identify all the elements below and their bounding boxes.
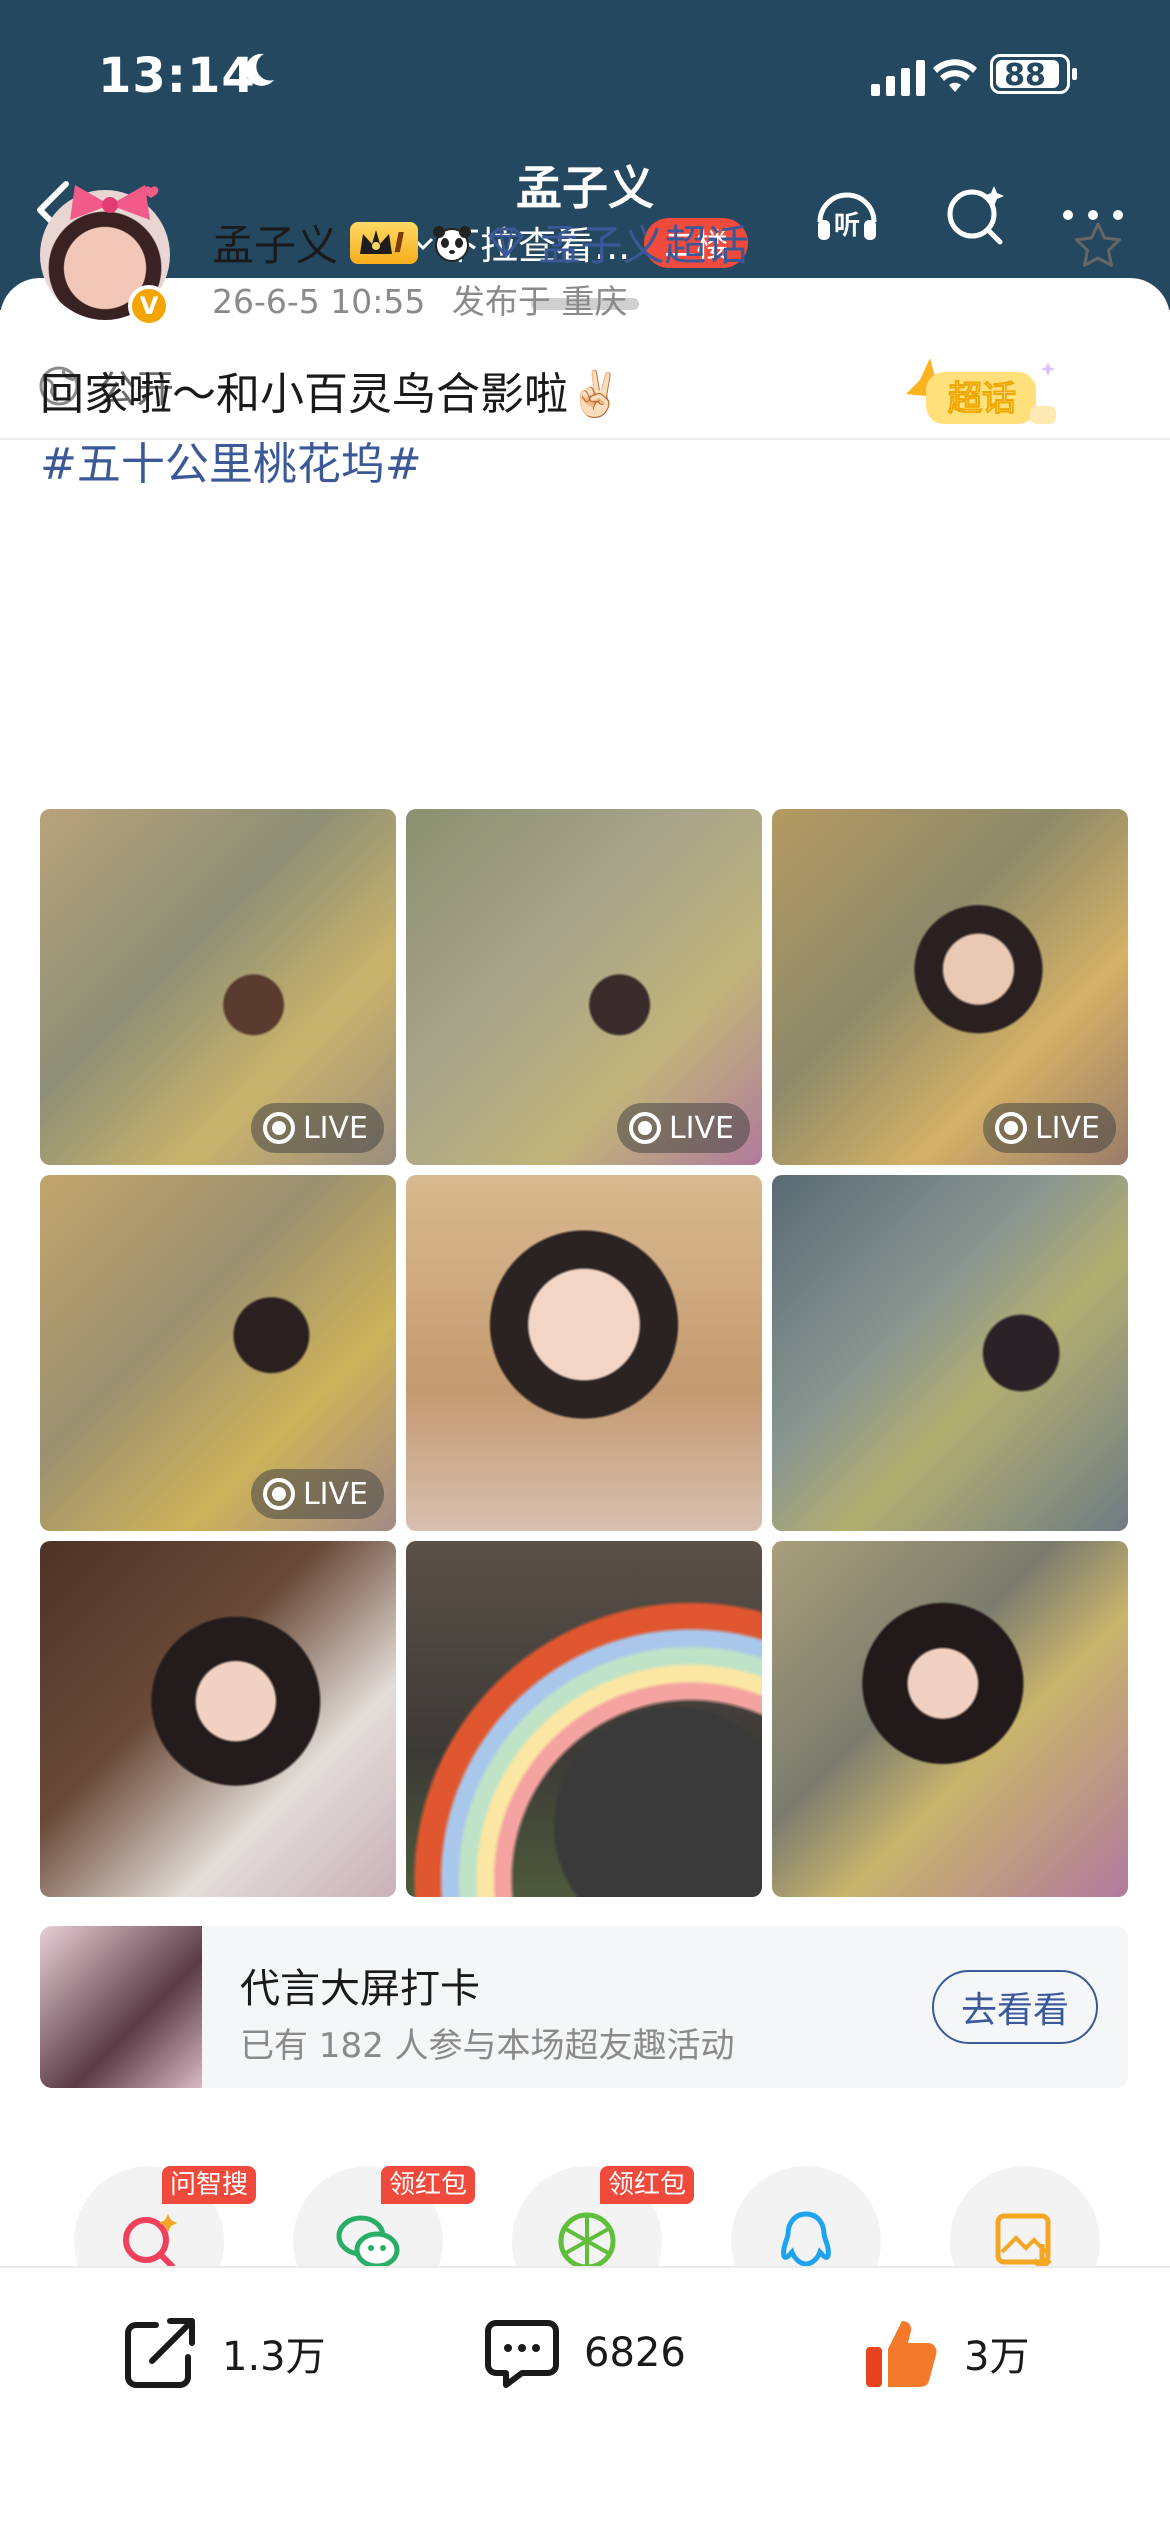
photo-grid: LIVE LIVE LIVE LIVE (40, 809, 1128, 1897)
photo-4[interactable]: LIVE (40, 1175, 396, 1531)
favorite-star-icon[interactable] (1072, 220, 1124, 272)
live-label: LIVE (1034, 1110, 1100, 1146)
cellular-signal-icon (871, 60, 925, 96)
hashtag-link[interactable]: #五十公里桃花坞# (40, 430, 623, 500)
listen-icon[interactable]: 听 (812, 180, 882, 250)
like-count: 3万 (964, 2334, 1030, 2380)
battery-level: 88 (1004, 58, 1046, 93)
photo-5[interactable] (406, 1175, 762, 1531)
repost-count: 1.3万 (222, 2334, 326, 2380)
live-badge: LIVE (982, 1103, 1116, 1153)
like-thumb-icon (866, 2321, 937, 2387)
bottom-toolbar: 1.3万 6826 3万 (0, 2266, 1170, 2532)
supertopic-link[interactable]: 孟子义超话 (538, 212, 748, 273)
verified-badge: V (128, 285, 170, 327)
photo-6[interactable] (772, 1175, 1128, 1531)
status-bar: 13:14 88 (98, 48, 1090, 108)
post-text: 回家啦～和小百灵鸟合影啦✌🏻 (40, 369, 623, 420)
svg-text:听: 听 (834, 211, 860, 241)
supertopic-badge[interactable]: 超话 (890, 350, 1070, 438)
panda-icon (433, 225, 472, 262)
live-badge: LIVE (250, 1103, 384, 1153)
share-tag: 领红包 (600, 2166, 695, 2204)
post-body: 回家啦～和小百灵鸟合影啦✌🏻 #五十公里桃花坞# (40, 360, 623, 500)
member-level: I (394, 226, 405, 259)
live-label: LIVE (668, 1110, 734, 1146)
member-level-badge: I (350, 221, 419, 264)
repost-icon (125, 2318, 195, 2388)
share-tag: 领红包 (381, 2166, 476, 2204)
photo-7[interactable] (40, 1541, 396, 1897)
share-row: 问智搜 领红包 领红包 (0, 2166, 1170, 2316)
photo-3[interactable]: LIVE (772, 809, 1128, 1165)
activity-title: 代言大屏打卡 (240, 1966, 480, 2012)
wifi-icon (933, 59, 977, 92)
live-icon (262, 1112, 295, 1144)
crown-icon (360, 229, 393, 254)
live-icon (262, 1478, 295, 1510)
photo-2[interactable]: LIVE (406, 809, 762, 1165)
bow-decoration-icon (70, 185, 159, 220)
comment-icon (485, 2320, 559, 2388)
comment-count: 6826 (584, 2330, 686, 2376)
supertopic-badge-label: 超话 (948, 379, 1016, 419)
post-date: 26-6-5 10:55 (212, 282, 426, 321)
live-label: LIVE (302, 1110, 368, 1146)
author-name[interactable]: 孟子义 (212, 212, 338, 273)
photo-1[interactable]: LIVE (40, 809, 396, 1165)
photo-9[interactable] (772, 1541, 1128, 1897)
live-label: LIVE (302, 1476, 368, 1512)
status-time: 13:14 (98, 48, 256, 104)
diamond-icon (488, 227, 525, 258)
activity-subtitle: 已有 182 人参与本场超友趣活动 (240, 2026, 735, 2066)
author-line: 孟子义 I 孟子义超话 (212, 212, 748, 273)
moon-icon (245, 53, 274, 86)
live-badge: LIVE (616, 1103, 750, 1153)
activity-card[interactable]: 代言大屏打卡 已有 182 人参与本场超友趣活动 去看看 (40, 1926, 1128, 2088)
like-button[interactable]: 3万 (862, 2308, 1029, 2398)
repost-button[interactable]: 1.3万 (120, 2308, 326, 2398)
activity-view-button[interactable]: 去看看 (932, 1970, 1098, 2044)
live-badge: LIVE (250, 1469, 384, 1519)
post-meta: 26-6-5 10:55 发布于 重庆 (212, 275, 627, 323)
live-icon (628, 1112, 661, 1144)
activity-thumbnail (40, 1926, 202, 2088)
live-icon (994, 1112, 1027, 1144)
photo-8[interactable] (406, 1541, 762, 1897)
share-tag: 问智搜 (162, 2166, 257, 2204)
comment-button[interactable]: 6826 (482, 2308, 686, 2398)
battery-icon: 88 (990, 54, 1077, 94)
post-location: 发布于 重庆 (451, 282, 628, 321)
search-icon[interactable] (940, 180, 1010, 250)
